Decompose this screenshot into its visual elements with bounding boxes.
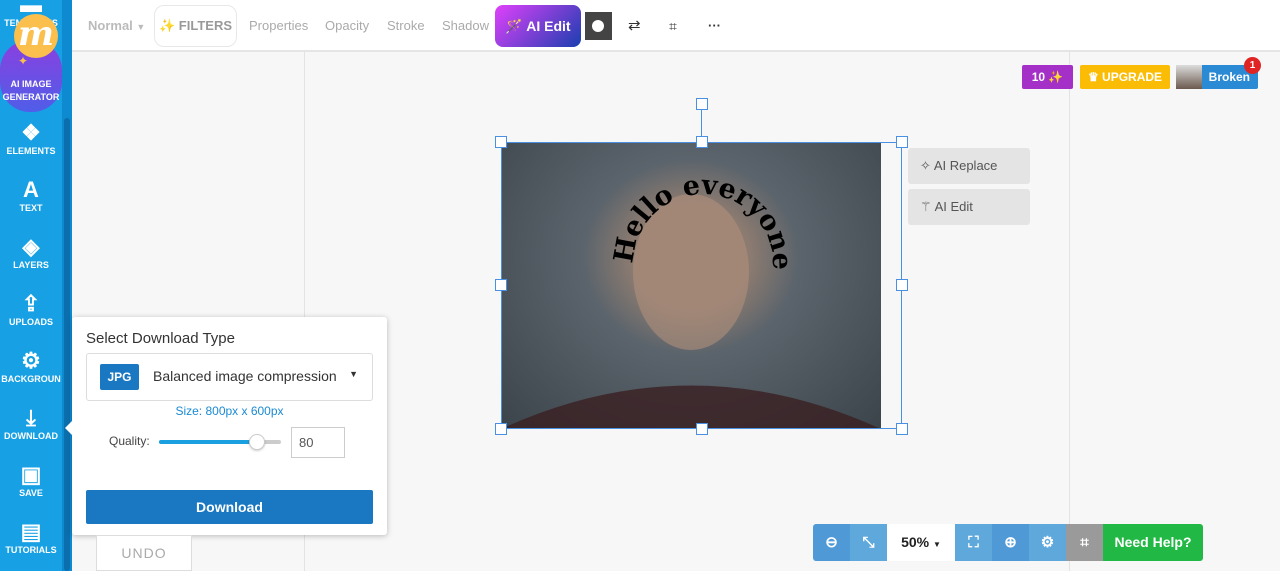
- download-type-select[interactable]: JPG Balanced image compression ▼: [86, 353, 373, 401]
- crop-icon[interactable]: ⌗: [1066, 524, 1103, 561]
- magic-wand-icon: ⚚: [920, 199, 932, 214]
- fit-icon[interactable]: ⤡: [850, 524, 887, 561]
- sparkle-icon: ✧: [920, 158, 931, 173]
- resize-handle[interactable]: [495, 279, 507, 291]
- right-panel: [1069, 52, 1280, 571]
- sidebar-item-layers[interactable]: ◈ LAYERS: [0, 234, 62, 270]
- selection-box: [501, 142, 902, 429]
- stroke-button[interactable]: Stroke: [387, 0, 425, 52]
- book-icon: ▤: [20, 519, 42, 544]
- m-logo-icon: m: [14, 14, 58, 58]
- download-button[interactable]: Download: [86, 490, 373, 524]
- popup-title: Select Download Type: [86, 330, 235, 347]
- crown-icon: ♛: [1087, 70, 1099, 84]
- resize-handle[interactable]: [896, 423, 908, 435]
- crop-icon[interactable]: ⌗: [669, 0, 677, 52]
- resize-handle[interactable]: [495, 136, 507, 148]
- rotate-handle[interactable]: [696, 98, 708, 110]
- zoom-out-icon[interactable]: ⊖: [813, 524, 850, 561]
- credits-badge[interactable]: 10 ✨: [1022, 65, 1073, 89]
- zoom-controls: ⊖ ⤡ 50% ▼ ⛶ ⊕ ⚙ ⌗ Need Help?: [813, 524, 1203, 561]
- text-icon: A: [23, 177, 39, 202]
- opacity-button[interactable]: Opacity: [325, 0, 369, 52]
- avatar: [1176, 65, 1202, 89]
- sidebar-item-save[interactable]: ▣ SAVE: [0, 462, 62, 498]
- filters-button[interactable]: ✨ FILTERS: [154, 5, 237, 47]
- quality-slider-thumb[interactable]: [248, 434, 265, 450]
- resize-handle[interactable]: [896, 279, 908, 291]
- properties-button[interactable]: Properties: [249, 0, 308, 52]
- elements-icon: ❖: [21, 120, 41, 145]
- upload-icon: ⇪: [21, 291, 41, 316]
- popup-arrow: [65, 421, 72, 435]
- zoom-level-dropdown[interactable]: 50% ▼: [887, 524, 955, 561]
- shadow-button[interactable]: Shadow: [442, 0, 489, 52]
- quality-input[interactable]: 80: [291, 427, 345, 458]
- download-icon: ⤓: [26, 405, 36, 430]
- sidebar-item-uploads[interactable]: ⇪ UPLOADS: [0, 291, 62, 327]
- resize-handle[interactable]: [696, 136, 708, 148]
- fullscreen-icon[interactable]: ⛶: [955, 524, 992, 561]
- size-info: Size: 800px x 600px: [175, 404, 284, 418]
- sidebar-item-tutorials[interactable]: ▤ TUTORIALS: [0, 519, 62, 555]
- gear-icon[interactable]: ⚙: [1029, 524, 1066, 561]
- more-icon[interactable]: ···: [708, 0, 721, 52]
- need-help-button[interactable]: Need Help?: [1103, 524, 1203, 561]
- sidebar-item-background[interactable]: ⚙ BACKGROUN: [0, 348, 62, 384]
- layers-icon: ◈: [22, 234, 40, 259]
- resize-handle[interactable]: [696, 423, 708, 435]
- sidebar-item-text[interactable]: A TEXT: [0, 177, 62, 213]
- format-badge: JPG: [100, 364, 139, 390]
- top-toolbar: Normal ▼ ✨ FILTERS Properties Opacity St…: [72, 0, 1280, 52]
- ai-replace-button[interactable]: ✧ AI Replace: [908, 148, 1030, 184]
- chevron-down-icon: ▼: [933, 540, 941, 549]
- ai-edit-button[interactable]: 🪄 AI Edit: [495, 5, 581, 47]
- sparkle-icon: ✨: [158, 18, 176, 33]
- shape-mask-button[interactable]: [585, 12, 612, 40]
- upgrade-button[interactable]: ♛ UPGRADE: [1080, 65, 1170, 89]
- download-popup: Select Download Type JPG Balanced image …: [65, 317, 387, 535]
- gear-icon: ⚙: [21, 348, 41, 373]
- quality-slider[interactable]: [159, 434, 281, 450]
- chevron-down-icon: ▼: [349, 369, 358, 379]
- save-icon: ▣: [20, 462, 42, 487]
- undo-button[interactable]: UNDO: [96, 535, 192, 571]
- blend-mode-dropdown[interactable]: Normal ▼: [88, 0, 145, 52]
- zoom-in-icon[interactable]: ⊕: [992, 524, 1029, 561]
- flip-icon[interactable]: ⇄: [628, 0, 641, 52]
- chevron-down-icon: ▼: [136, 22, 146, 32]
- notification-badge[interactable]: 1: [1244, 57, 1261, 74]
- ai-edit-side-button[interactable]: ⚚ AI Edit: [908, 189, 1030, 225]
- sidebar-scroll-thumb[interactable]: [64, 118, 70, 571]
- resize-handle[interactable]: [896, 136, 908, 148]
- magic-wand-icon: 🪄: [505, 18, 523, 34]
- quality-label: Quality:: [109, 434, 150, 448]
- resize-handle[interactable]: [495, 423, 507, 435]
- sidebar-item-download[interactable]: ⤓ DOWNLOAD: [0, 405, 62, 441]
- sidebar-item-elements[interactable]: ❖ ELEMENTS: [0, 120, 62, 156]
